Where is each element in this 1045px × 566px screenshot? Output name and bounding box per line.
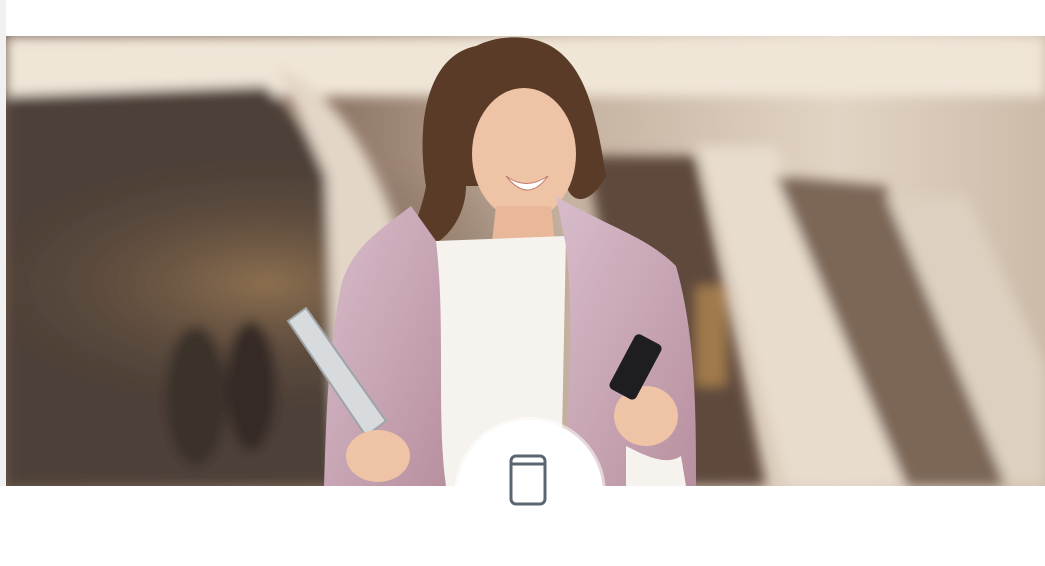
smartphone-badge[interactable] (457, 420, 603, 566)
hero-photo (6, 36, 1045, 486)
smartphone-icon (509, 454, 547, 506)
hero-banner (6, 36, 1045, 486)
